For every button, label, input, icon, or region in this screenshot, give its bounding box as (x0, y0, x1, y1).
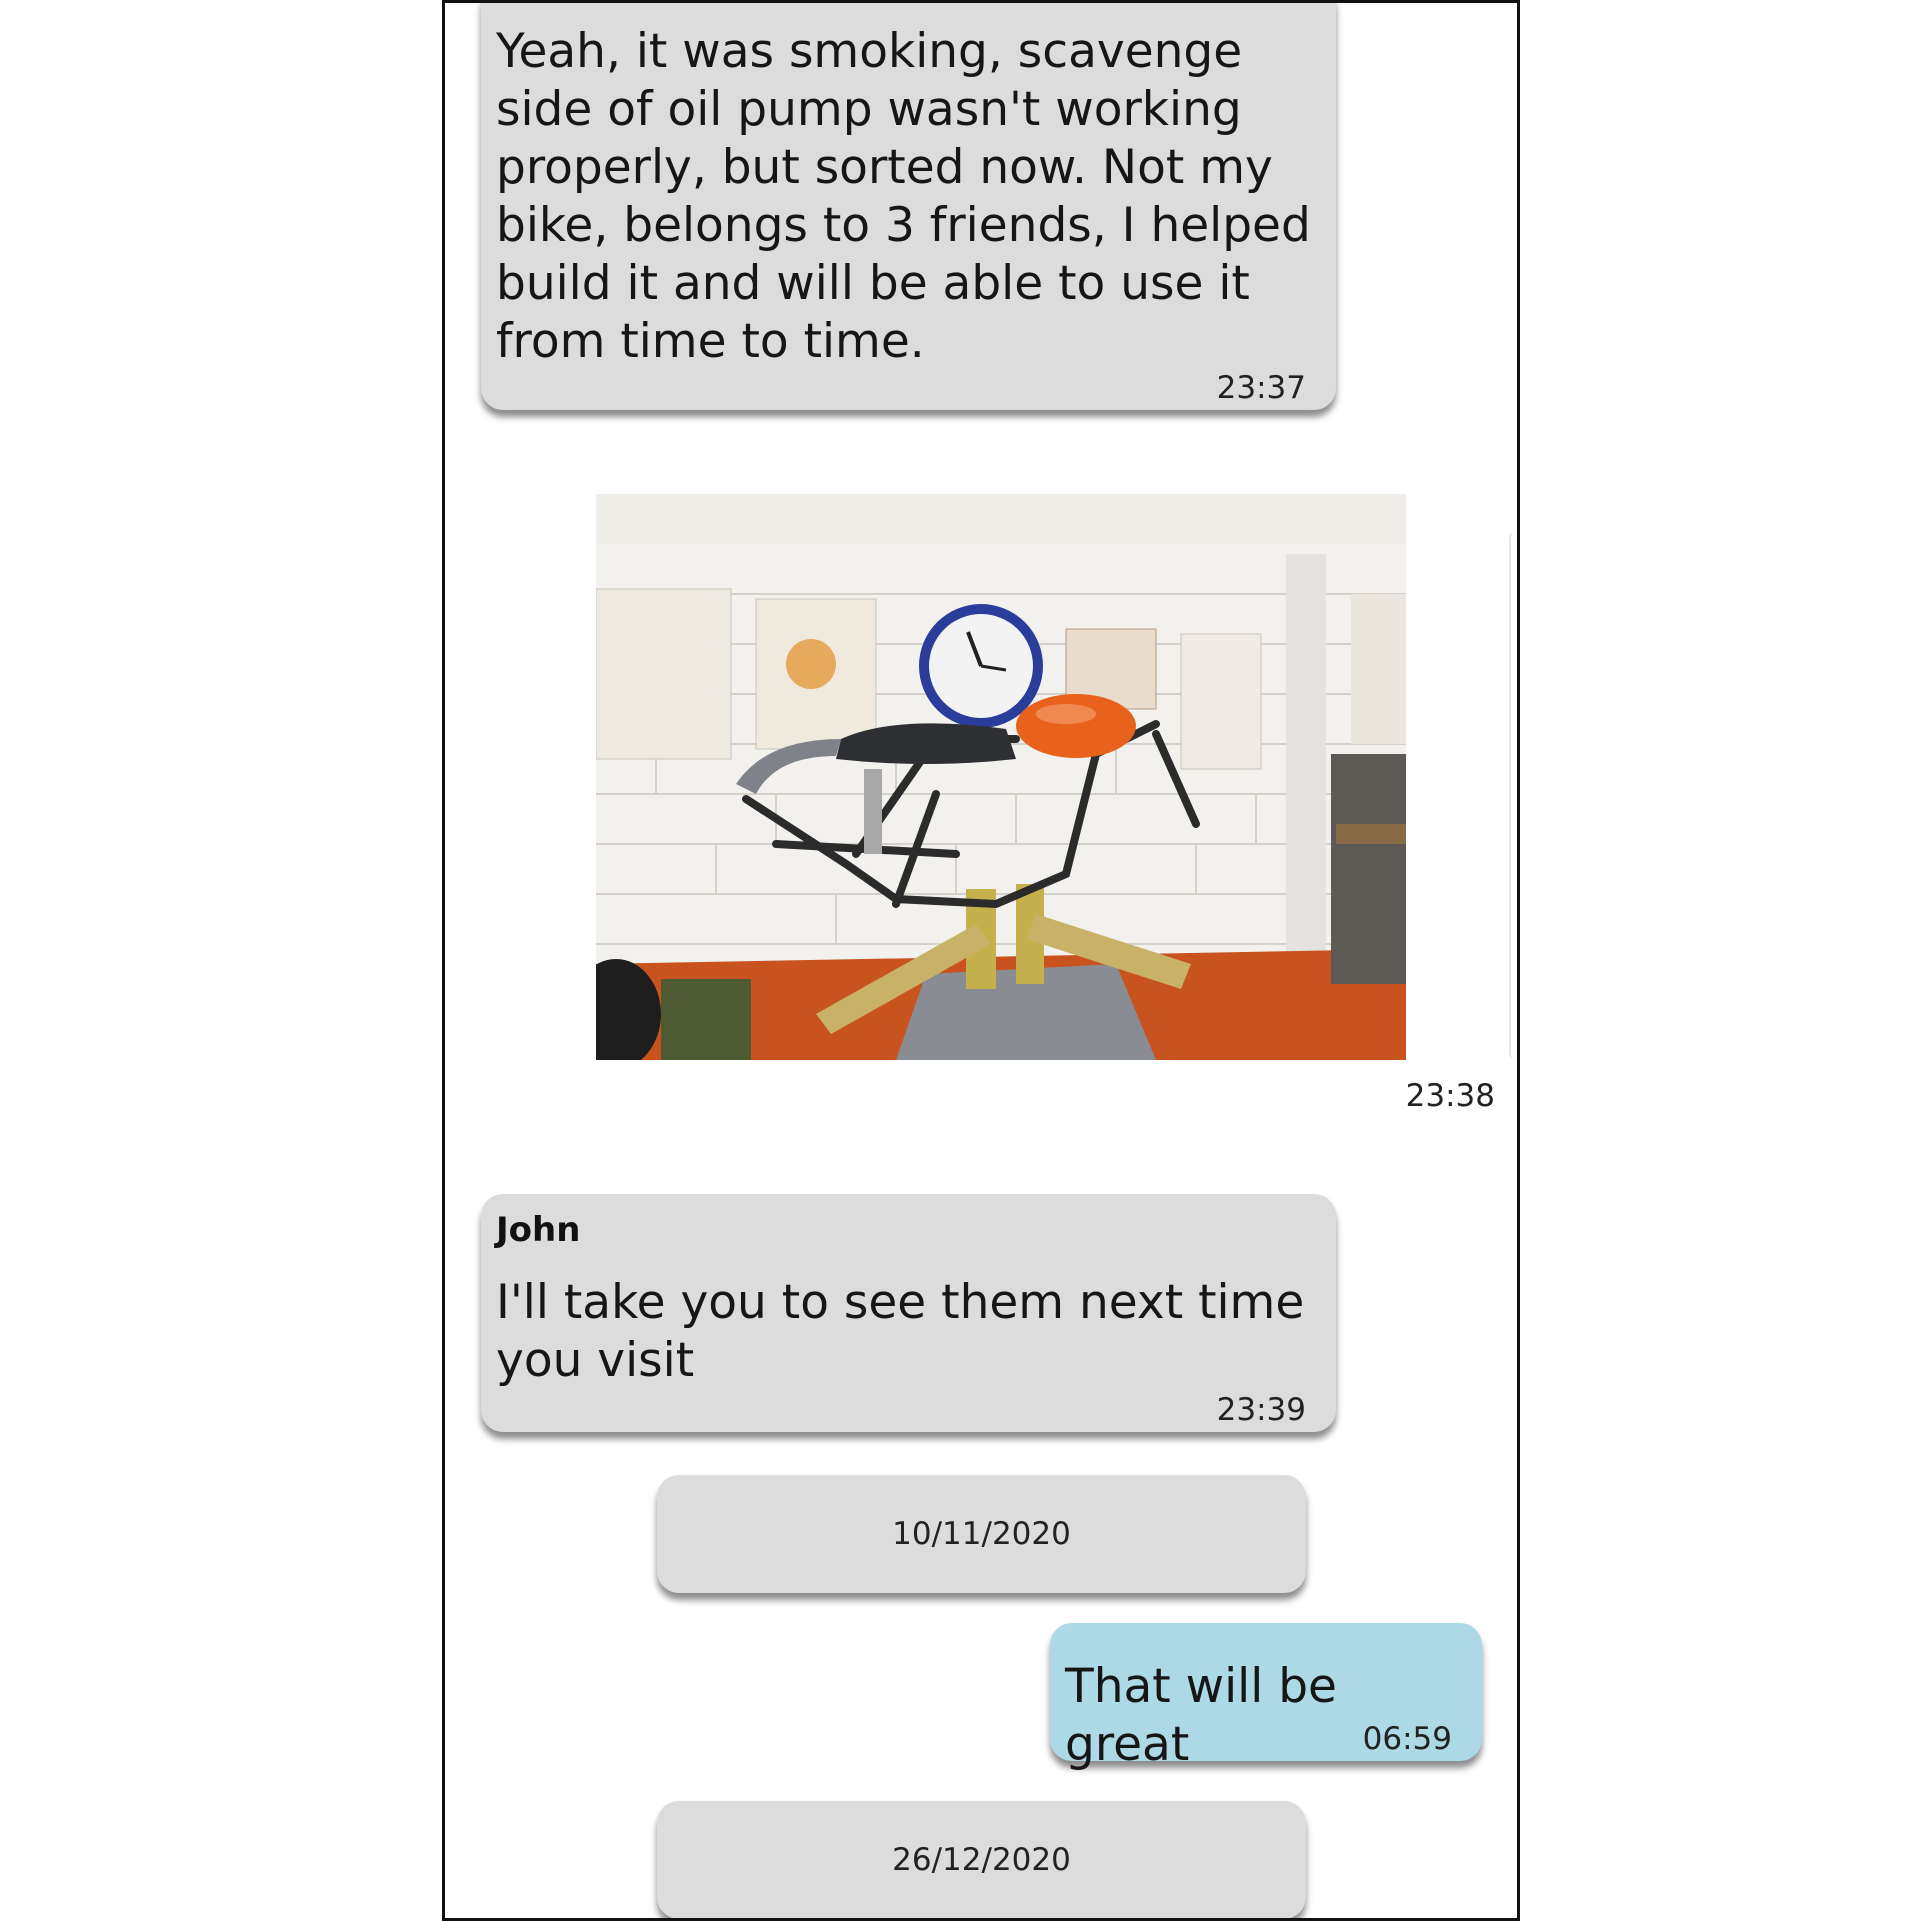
message-time: 23:37 (1216, 370, 1306, 406)
date-separator: 26/12/2020 (657, 1801, 1306, 1918)
message-text: I'll take you to see them next time you … (496, 1275, 1305, 1388)
chat-window: Yeah, it was smoking, scavenge side of o… (442, 0, 1520, 1921)
scrollbar[interactable] (1509, 533, 1517, 1058)
sender-name: John (496, 1210, 581, 1250)
message-time: 23:39 (1216, 1392, 1306, 1428)
motorcycle-frame-photo (596, 494, 1406, 1060)
outgoing-message[interactable]: That will be great 06:59 (1050, 1623, 1482, 1772)
message-time: 06:59 (1362, 1721, 1452, 1757)
photo-message[interactable] (596, 494, 1406, 1060)
date-separator: 10/11/2020 (657, 1475, 1306, 1593)
message-text: Yeah, it was smoking, scavenge side of o… (496, 24, 1311, 369)
photo-time: 23:38 (1405, 1078, 1495, 1114)
incoming-message[interactable]: John I'll take you to see them next time… (481, 1194, 1336, 1432)
incoming-message[interactable]: Yeah, it was smoking, scavenge side of o… (481, 3, 1336, 410)
